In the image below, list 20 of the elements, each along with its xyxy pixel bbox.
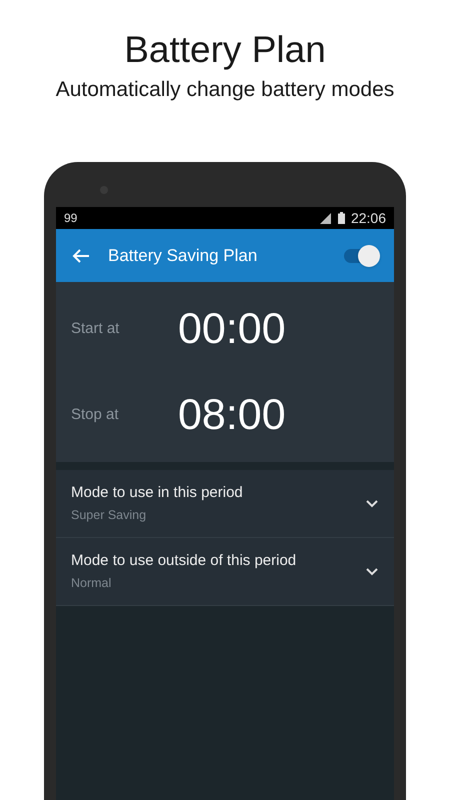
mode-title: Mode to use in this period (71, 482, 244, 503)
chevron-down-icon (366, 500, 378, 508)
mode-title: Mode to use outside of this period (71, 550, 298, 571)
chevron-down-icon (366, 568, 378, 576)
back-icon[interactable] (72, 248, 90, 264)
time-value[interactable]: 00:00 (178, 296, 286, 362)
signal-icon (320, 212, 332, 224)
mode-row[interactable]: Mode to use in this period Super Saving (56, 470, 394, 538)
mode-value: Normal (71, 575, 112, 592)
time-label: Start at (71, 318, 120, 339)
mode-row[interactable]: Mode to use outside of this period Normal (56, 538, 394, 606)
subtitle: Automatically change battery modes (56, 77, 394, 103)
mode-value: Super Saving (71, 507, 148, 524)
time-label: Stop at (71, 404, 120, 425)
notification-count: 99 (64, 210, 78, 227)
time-value[interactable]: 08:00 (178, 382, 286, 448)
clock: 22:06 (350, 208, 386, 228)
battery-icon (338, 212, 345, 224)
screen-title: Battery Saving Plan (108, 244, 258, 267)
headline: Battery Plan (124, 28, 326, 72)
